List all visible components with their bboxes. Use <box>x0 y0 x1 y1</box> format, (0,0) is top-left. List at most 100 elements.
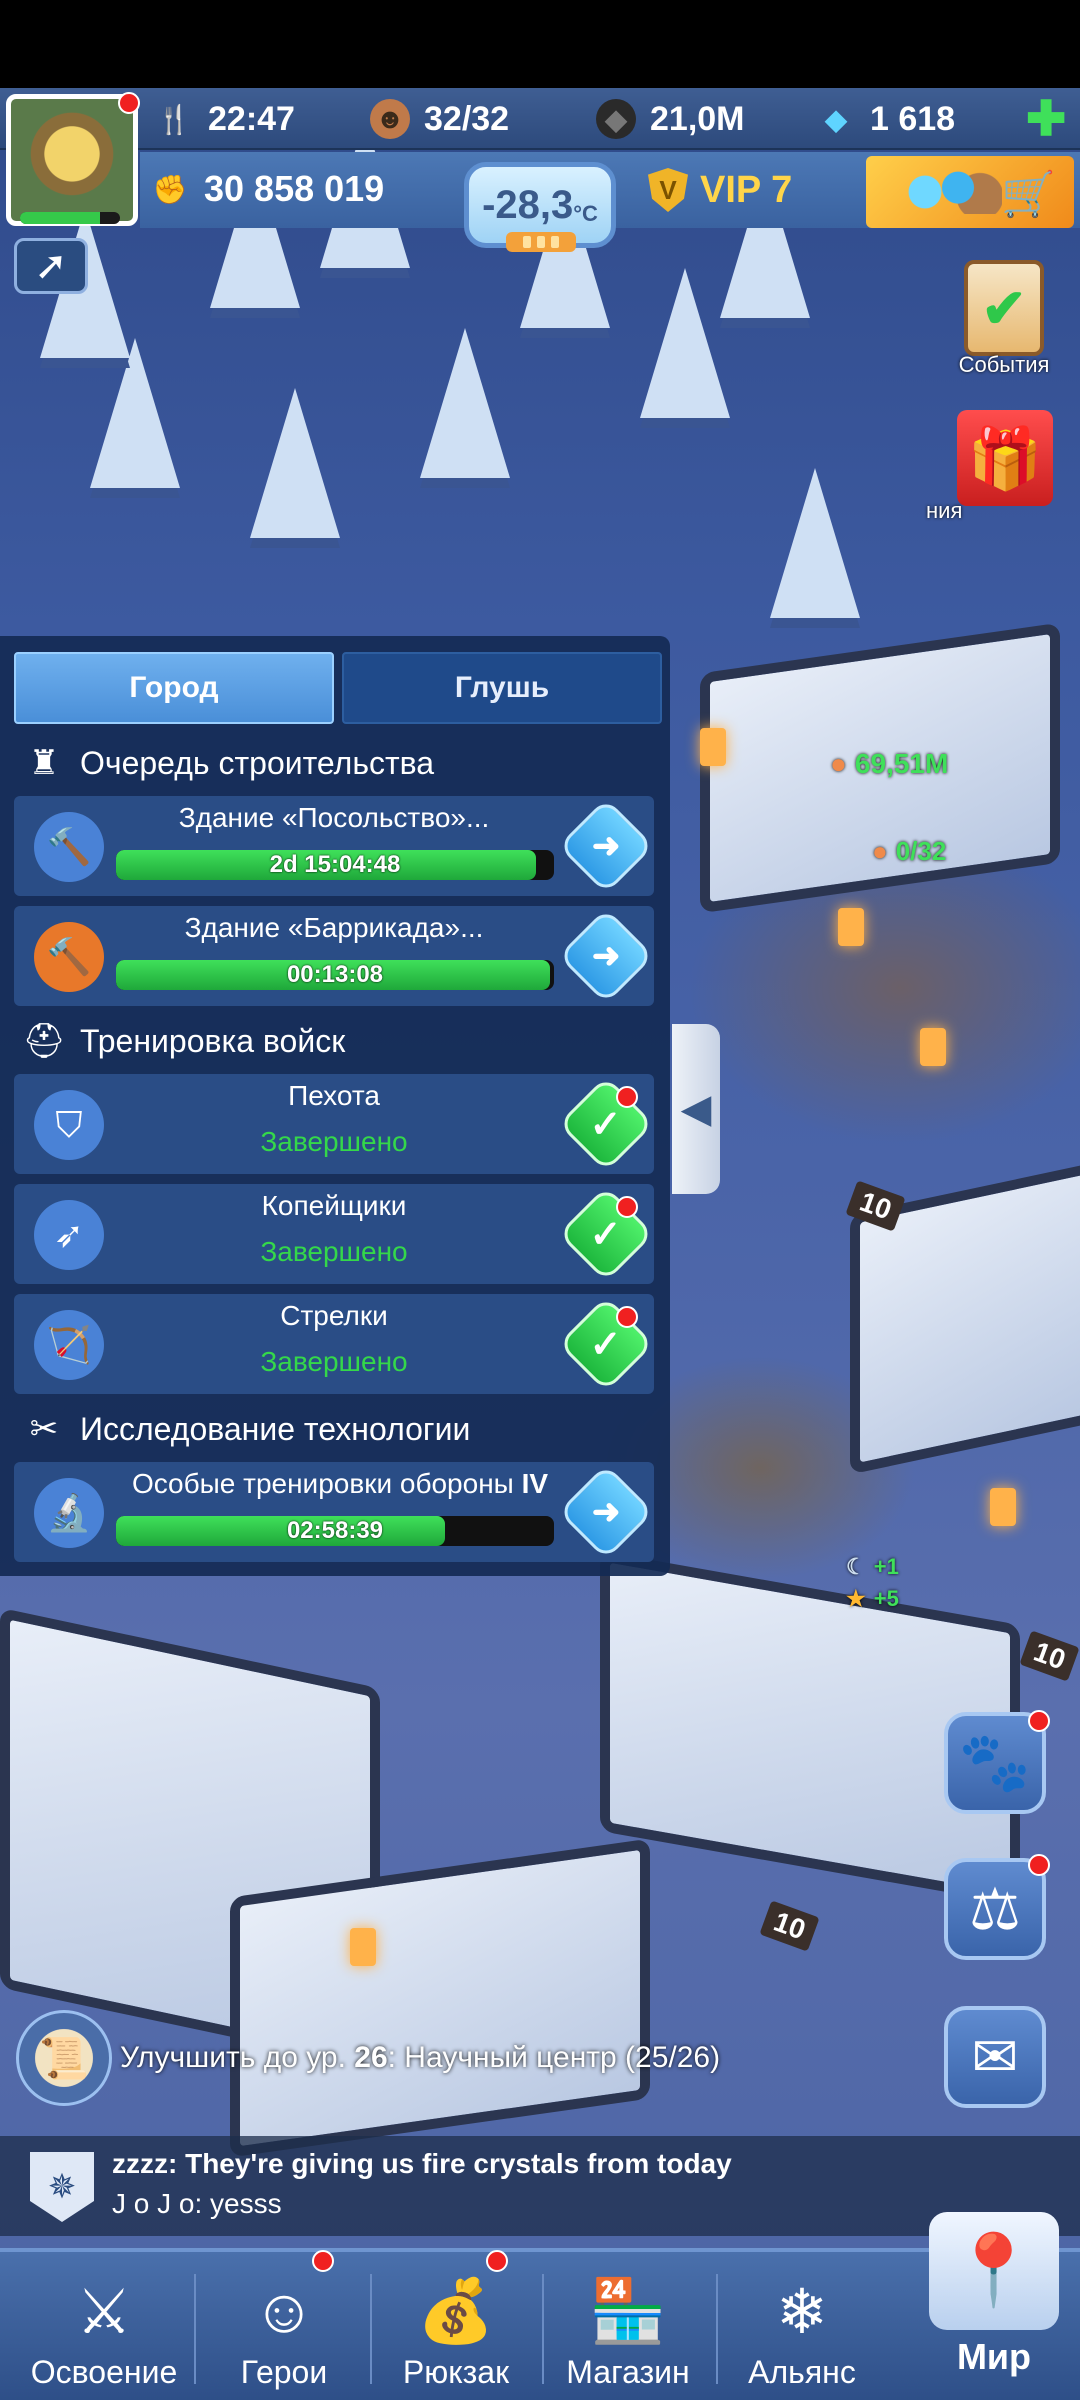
events-button[interactable]: ✔ События <box>944 260 1064 378</box>
fist-icon: ✊ <box>152 173 188 205</box>
chevron-left-icon: ◀ <box>680 1087 712 1131</box>
moon-icon: ☾ <box>846 1554 866 1579</box>
construction-row[interactable]: 🔨 Здание «Баррикада»... 00:13:08 ➜ <box>14 906 655 1006</box>
mail-button[interactable]: ✉ <box>944 2006 1046 2108</box>
vip-button[interactable]: V VIP 7 <box>648 162 792 218</box>
furnace-indicator <box>506 232 576 252</box>
level-sign: 10 <box>759 1900 820 1952</box>
window-light <box>350 1928 376 1966</box>
scales-icon: ⚖ <box>944 1858 1046 1960</box>
arrow-right-icon: ➜ <box>591 937 621 975</box>
window-light <box>700 728 726 766</box>
scroll-icon: 📜 <box>16 2010 112 2106</box>
nav-exploration[interactable]: ⚔ Освоение <box>14 2252 194 2400</box>
justice-button[interactable]: ⚖ <box>944 1858 1046 1960</box>
bonus-label: ☾ +1 <box>846 1554 899 1579</box>
map-pin-icon: 📍 <box>929 2212 1059 2330</box>
gift-button[interactable]: 🎁 <box>940 410 1070 506</box>
progress-bar: 2d 15:04:48 <box>116 850 554 880</box>
training-row[interactable]: ⛉ Пехота Завершено ✓ <box>14 1074 655 1174</box>
notification-dot <box>118 92 140 114</box>
hero-icon: ☺ <box>252 2276 316 2346</box>
tab-city[interactable]: Город <box>14 652 334 724</box>
crossed-swords-icon: ⚔ <box>76 2277 132 2347</box>
goto-button[interactable]: ➜ <box>557 1463 655 1561</box>
window-light <box>990 1488 1016 1526</box>
construction-header: ♜ Очередь строительства <box>24 738 434 788</box>
microscope-icon: 🔬 <box>34 1478 104 1548</box>
bow-icon: 🏹 <box>34 1310 104 1380</box>
gem-resource[interactable]: ◆ 1 618 <box>816 88 955 150</box>
power-display[interactable]: ✊ 30 858 019 <box>150 158 385 220</box>
stamina-bar <box>20 212 120 224</box>
checkmark-icon: ✓ <box>590 1103 622 1146</box>
food-resource[interactable]: 🍴 22:47 <box>154 88 295 150</box>
envelope-icon: ✉ <box>944 2006 1046 2108</box>
star-icon: ★ <box>846 1586 866 1611</box>
nav-alliance[interactable]: ❄ Альянс <box>712 2252 892 2400</box>
coal-icon: ◆ <box>596 99 636 139</box>
tree <box>770 468 860 618</box>
city-queue-panel: Город Глушь ♜ Очередь строительства 🔨 Зд… <box>0 636 670 1576</box>
shop-offer-button[interactable]: 🛒 <box>866 156 1074 228</box>
arrow-right-icon: ➜ <box>591 1493 621 1531</box>
notification-dot <box>616 1306 638 1328</box>
arrow-up-icon: ➚ <box>34 244 68 288</box>
cart-icon: 🛒 <box>1001 170 1056 219</box>
goto-button[interactable]: ➜ <box>557 907 655 1005</box>
notification-dot <box>616 1086 638 1108</box>
checkmark-icon: ✓ <box>590 1323 622 1366</box>
nav-backpack[interactable]: 💰 Рюкзак <box>366 2252 546 2400</box>
panel-tabs: Город Глушь <box>14 652 662 724</box>
notification-dot <box>1028 1710 1050 1732</box>
goto-button[interactable]: ➜ <box>557 797 655 895</box>
gift-icon: 🎁 <box>957 410 1053 506</box>
construction-row[interactable]: 🔨 Здание «Посольство»... 2d 15:04:48 ➜ <box>14 796 655 896</box>
population-resource[interactable]: ☻ 32/32 <box>370 88 509 150</box>
nav-heroes[interactable]: ☺ Герои <box>194 2252 374 2400</box>
bonus-label: ★ +5 <box>846 1586 899 1611</box>
progress-bar: 00:13:08 <box>116 960 554 990</box>
hammer-icon: 🔨 <box>34 922 104 992</box>
sack-icon: 💰 <box>417 2276 495 2346</box>
tab-wilderness[interactable]: Глушь <box>342 652 662 724</box>
alliance-badge-icon: ✵ <box>30 2152 94 2222</box>
cutlery-icon: 🍴 <box>156 103 192 135</box>
research-header: ✂ Исследование технологии <box>24 1404 471 1454</box>
gift-label: ния <box>926 498 963 523</box>
nav-shop[interactable]: 🏪 Магазин <box>538 2252 718 2400</box>
research-row[interactable]: 🔬 Особые тренировки обороны IV 02:58:39 … <box>14 1462 655 1562</box>
coal-resource[interactable]: ◆ 21,0M <box>596 88 745 150</box>
hammer-icon: 🔨 <box>34 812 104 882</box>
notification-dot <box>616 1196 638 1218</box>
nav-world[interactable]: 📍 Мир <box>908 2212 1080 2400</box>
tree <box>250 388 340 538</box>
people-label[interactable]: ● 0/32 <box>872 836 946 867</box>
arrow-right-icon: ➜ <box>591 827 621 865</box>
notification-dot <box>486 2250 508 2272</box>
shield-icon: ⛉ <box>34 1090 104 1160</box>
collect-button[interactable]: ✓ <box>557 1185 655 1283</box>
training-row[interactable]: ➶ Копейщики Завершено ✓ <box>14 1184 655 1284</box>
training-row[interactable]: 🏹 Стрелки Завершено ✓ <box>14 1294 655 1394</box>
clipboard-icon: ✔ <box>964 260 1044 356</box>
add-gems-button[interactable]: ✚ <box>1026 88 1066 150</box>
notification-dot <box>1028 1854 1050 1876</box>
gem-pile-icon <box>892 170 1002 214</box>
collapse-panel-button[interactable]: ◀ <box>672 1024 720 1194</box>
player-avatar[interactable] <box>6 94 138 226</box>
survivor-icon: ☻ <box>370 99 410 139</box>
stamina-fill <box>20 212 100 224</box>
collect-button[interactable]: ✓ <box>557 1075 655 1173</box>
expand-up-button[interactable]: ➚ <box>14 238 88 294</box>
castle-icon: ♜ <box>28 744 60 782</box>
level-sign: 10 <box>1019 1630 1080 1682</box>
notification-dot <box>312 2250 334 2272</box>
tree <box>420 328 510 478</box>
quest-tracker[interactable]: 📜 Улучшить до ур. 26: Научный центр (25/… <box>16 2010 776 2106</box>
window-light <box>920 1028 946 1066</box>
tree <box>90 338 180 488</box>
spear-icon: ➶ <box>34 1200 104 1270</box>
collect-button[interactable]: ✓ <box>557 1295 655 1393</box>
food-production-label[interactable]: ● 69,51M <box>830 748 948 780</box>
